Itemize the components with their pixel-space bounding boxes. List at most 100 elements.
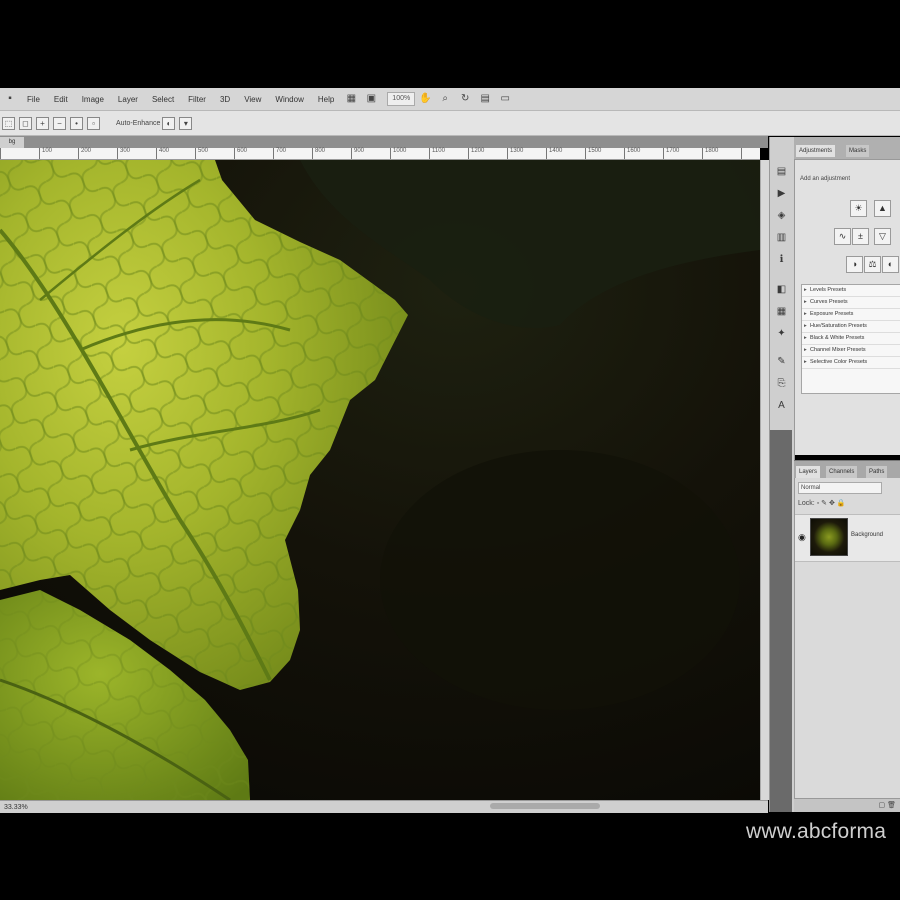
visibility-eye-icon[interactable]: ◉ — [798, 532, 806, 543]
clone-source-icon[interactable]: ⎘ — [774, 377, 789, 391]
ruler-number: 1100 — [432, 148, 445, 154]
tool-preset-icon[interactable]: ⬚ — [2, 116, 15, 130]
brush-icon[interactable]: ✎ — [774, 355, 789, 369]
refine-edge-icon[interactable]: ◐ — [162, 116, 176, 130]
app-logo-icon: ▪ — [8, 93, 12, 104]
watermark: www.abcforma — [746, 820, 887, 843]
auto-enhance-checkbox[interactable]: Auto-Enhance — [116, 120, 160, 127]
preset-channel-mixer[interactable]: ▸ Channel Mixer Presets — [802, 345, 900, 357]
lock-all-icon[interactable]: 🔒 — [837, 500, 846, 507]
screen-mode-icon[interactable]: ▭ — [498, 93, 512, 105]
dock-empty-area — [770, 430, 792, 812]
ruler-number: 200 — [81, 148, 92, 154]
tab-channels[interactable]: Channels — [826, 466, 858, 478]
bridge-icon[interactable]: ▦ — [344, 93, 358, 105]
leaf-photo — [0, 160, 760, 800]
hand-tool-icon[interactable]: ✋ — [418, 93, 432, 105]
document-tab[interactable]: bg — [0, 137, 24, 148]
adjustment-presets-list: ▸ Levels Presets ▸ Curves Presets ▸ Exposur… — [801, 284, 900, 394]
menu-filter[interactable]: Filter — [181, 95, 213, 104]
mini-bridge-icon[interactable]: ▣ — [364, 93, 378, 105]
blend-mode-select[interactable]: Normal — [798, 482, 882, 494]
ruler-number: 900 — [354, 148, 365, 154]
rotate-view-icon[interactable]: ↻ — [458, 93, 472, 105]
brightness-contrast-icon[interactable]: ☀ — [850, 200, 867, 217]
preset-hue-saturation[interactable]: ▸ Hue/Saturation Presets — [802, 321, 900, 333]
curves-icon[interactable]: ∿ — [834, 228, 851, 245]
ruler-number: 100 — [42, 148, 53, 154]
vertical-scrollbar[interactable] — [760, 160, 769, 800]
layer-thumbnail — [810, 518, 848, 556]
layer-name[interactable]: Background — [851, 532, 883, 538]
sample-all-icon[interactable]: ▫ — [87, 116, 100, 130]
ruler-number: 600 — [237, 148, 248, 154]
tab-masks[interactable]: Masks — [846, 145, 870, 157]
workspace-icon[interactable]: ▾ — [179, 116, 193, 130]
hue-saturation-icon[interactable]: ◑ — [846, 256, 863, 273]
lock-position-icon[interactable]: ✥ — [829, 500, 835, 507]
menu-view[interactable]: View — [237, 95, 268, 104]
ruler-number: 700 — [276, 148, 287, 154]
delete-layer-icon[interactable]: 🗑 — [887, 802, 896, 809]
styles-icon[interactable]: ✦ — [774, 327, 789, 341]
ruler-number: 1500 — [588, 148, 602, 154]
adjustments-panel-tabs: Adjustments Masks — [794, 137, 900, 160]
brush-size-icon[interactable]: • — [70, 116, 83, 130]
lock-transparency-icon[interactable]: ▫ — [817, 500, 819, 507]
black-white-icon[interactable]: ◐ — [882, 256, 899, 273]
zoom-status[interactable]: 33.33% — [0, 804, 32, 811]
subtract-selection-icon[interactable]: − — [53, 116, 66, 130]
new-selection-icon[interactable]: ◻ — [19, 116, 32, 130]
new-layer-icon[interactable]: ▢ — [879, 802, 886, 809]
menu-image[interactable]: Image — [75, 95, 111, 104]
horizontal-ruler: 100 200 300 400 500 600 700 800 900 1000 1100 1200 1… — [0, 148, 760, 160]
menu-help[interactable]: Help — [311, 95, 341, 104]
vibrance-icon[interactable]: ▽ — [874, 228, 891, 245]
tab-paths[interactable]: Paths — [866, 466, 888, 478]
character-icon[interactable]: A — [774, 399, 789, 413]
menu-select[interactable]: Select — [145, 95, 181, 104]
preset-curves[interactable]: ▸ Curves Presets — [802, 297, 900, 309]
levels-icon[interactable]: ▲ — [874, 200, 891, 217]
menu-3d[interactable]: 3D — [213, 95, 237, 104]
options-bar: ⬚ ◻ + − • ▫ Auto-Enhance ◐ ▾ — [0, 111, 900, 136]
preset-label: Channel Mixer Presets — [810, 347, 866, 353]
layers-panel-tabs: Layers Channels Paths — [794, 460, 900, 479]
preset-label: Exposure Presets — [810, 311, 854, 317]
preset-selective-color[interactable]: ▸ Selective Color Presets — [802, 357, 900, 369]
document-canvas[interactable] — [0, 160, 760, 800]
arrange-documents-icon[interactable]: ▤ — [478, 93, 492, 105]
horizontal-scrollbar[interactable] — [490, 803, 600, 809]
add-selection-icon[interactable]: + — [36, 116, 49, 130]
color-balance-icon[interactable]: ⚖ — [864, 256, 881, 273]
menu-window[interactable]: Window — [268, 95, 310, 104]
navigator-icon[interactable]: ◈ — [774, 209, 789, 223]
history-icon[interactable]: ▤ — [774, 165, 789, 179]
ruler-number: 1400 — [549, 148, 563, 154]
color-icon[interactable]: ◧ — [774, 283, 789, 297]
status-bar: 33.33% — [0, 800, 768, 813]
menu-edit[interactable]: Edit — [47, 95, 75, 104]
ruler-number: 400 — [159, 148, 170, 154]
document-tab-strip — [0, 136, 768, 148]
tab-layers[interactable]: Layers — [796, 466, 821, 478]
ruler-number: 500 — [198, 148, 209, 154]
preset-label: Selective Color Presets — [810, 359, 868, 365]
swatches-icon[interactable]: ▦ — [774, 305, 789, 319]
info-icon[interactable]: ℹ — [774, 253, 789, 267]
menu-layer[interactable]: Layer — [111, 95, 145, 104]
histogram-icon[interactable]: ▥ — [774, 231, 789, 245]
preset-label: Hue/Saturation Presets — [810, 323, 867, 329]
zoom-level-select[interactable]: 100% — [387, 92, 416, 106]
preset-exposure[interactable]: ▸ Exposure Presets — [802, 309, 900, 321]
exposure-icon[interactable]: ± — [852, 228, 869, 245]
preset-black-white[interactable]: ▸ Black & White Presets — [802, 333, 900, 345]
menu-bar: ▪ File Edit Image Layer Select Filter 3D… — [0, 88, 900, 111]
tab-adjustments[interactable]: Adjustments — [796, 145, 836, 157]
preset-levels[interactable]: ▸ Levels Presets — [802, 285, 900, 297]
zoom-tool-icon[interactable]: ⌕ — [438, 93, 452, 105]
menu-file[interactable]: File — [20, 95, 47, 104]
actions-icon[interactable]: ▶ — [774, 187, 789, 201]
lock-pixels-icon[interactable]: ✎ — [821, 500, 827, 507]
ruler-number: 300 — [120, 148, 131, 154]
